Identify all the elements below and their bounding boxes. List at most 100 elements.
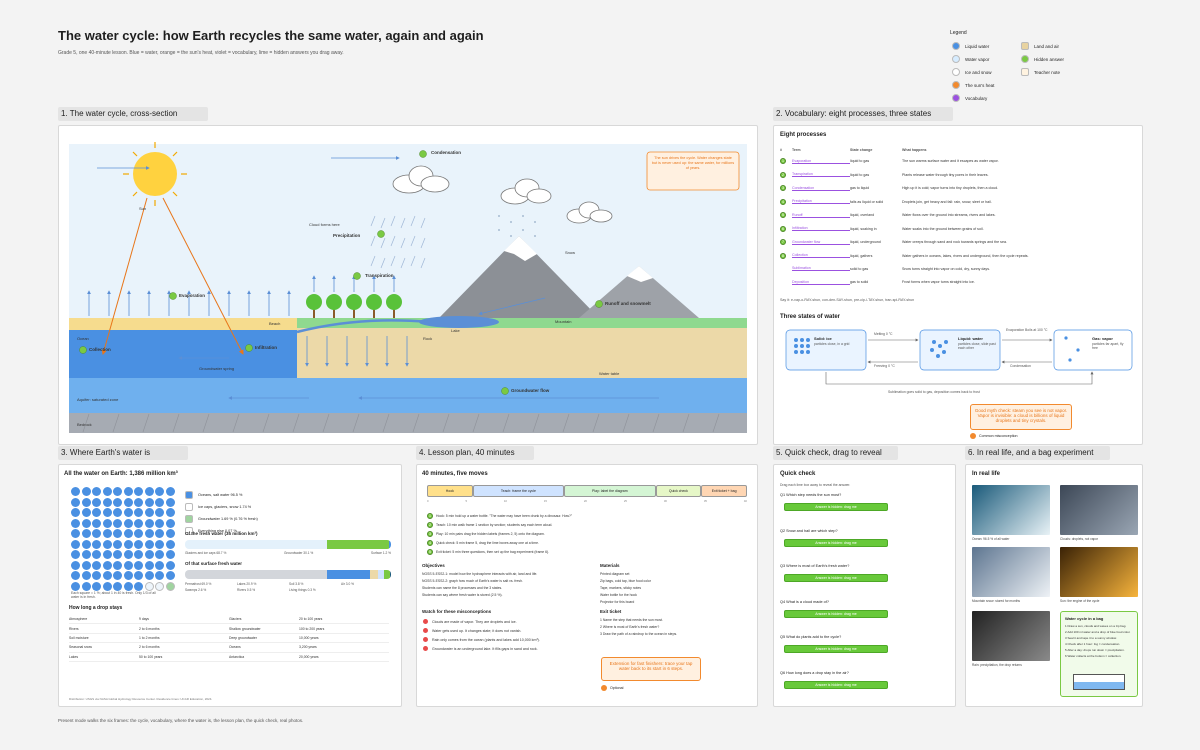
water-grid-cell <box>113 539 122 549</box>
water-grid-cell <box>155 518 164 528</box>
plan-sticky[interactable]: Extension for fast finishers: trace your… <box>601 657 701 681</box>
quiz-hidden-answer-button[interactable]: Answer is hidden: drag me <box>784 645 888 653</box>
water-grid-cell <box>155 497 164 507</box>
vocab-num-badge[interactable]: 1 <box>780 158 786 164</box>
bag-steps: 1 Draw a sun, clouds and waves on a zip … <box>1065 624 1133 658</box>
label-cloud-forms: Cloud forms here <box>309 222 340 227</box>
frame-1-label[interactable]: 1. The water cycle, cross-section <box>58 107 208 121</box>
timeline-segment[interactable]: Quick check <box>655 485 702 497</box>
quiz-question: Q6 How long does a drop stay in the air? <box>780 670 849 675</box>
vocab-num-badge[interactable]: 6 <box>780 225 786 232</box>
legend-swatch-icon <box>952 81 960 89</box>
plan-materials: Printed diagram set Zip bags, cold tap, b… <box>600 572 651 604</box>
water-grid-cell <box>144 497 154 507</box>
vocab-what: High up it is cold; vapor turns into tin… <box>902 186 999 190</box>
water-grid-cell <box>92 539 101 549</box>
vocab-sticky[interactable]: Good myth check: steam you see is not va… <box>970 404 1072 430</box>
quiz-hidden-answer-button[interactable]: Answer is hidden: drag me <box>784 680 888 689</box>
quiz-question: Q3 Where is most of Earth's fresh water? <box>780 564 850 568</box>
plan-sticky-tag-label: Optional <box>610 686 624 690</box>
dist-bullet: Ice caps, glaciers, snow 1.74 % <box>185 503 258 511</box>
stay-cell: Antarctica <box>229 654 245 659</box>
frame-6[interactable]: In real life Water cycle in a bag 1 Draw… <box>965 464 1143 707</box>
dist-bullets: Oceans, salt water 96.5 % Ice caps, glaci… <box>185 491 258 535</box>
stay-cell: 20 to 100 years <box>299 617 323 622</box>
cycle-note[interactable]: The sun drives the cycle. Water changes … <box>651 156 735 171</box>
plan-step: 3 Play: 10 min pairs drag the hidden labe… <box>427 531 572 537</box>
fresh-parts: Glaciers and ice caps 68.7 % Groundwater… <box>185 551 391 555</box>
quiz-hidden-answer-button[interactable]: Answer is hidden: drag me <box>784 574 888 582</box>
water-grid-cell <box>155 539 164 549</box>
water-grid-cell <box>102 550 112 559</box>
stay-table: Atmosphere 9 days Glaciers 20 to 100 years R… <box>69 615 389 662</box>
water-grid-cell <box>71 508 80 517</box>
arrow-melt: Melting 0 °C <box>874 332 893 336</box>
quiz-hidden-answer-button[interactable]: Answer is hidden: drag me <box>784 503 888 511</box>
timeline-segment[interactable]: Teach: frame the cycle <box>472 485 565 497</box>
surface-part: Air 3.0 % <box>341 582 354 586</box>
water-grid-cell <box>113 571 122 580</box>
objective-item: Students can name the 8 processes and th… <box>422 586 503 590</box>
quiz-hidden-answer-button[interactable]: Answer is hidden: drag me <box>784 609 888 618</box>
frame-4-label[interactable]: 4. Lesson plan, 40 minutes <box>416 446 534 460</box>
water-grid-cell <box>134 529 143 538</box>
vocab-row: 6 Infiltration liquid, soaking in Water soa… <box>780 225 1136 232</box>
real-photo <box>972 611 1050 661</box>
water-grid-cell <box>155 560 164 570</box>
water-grid-cell <box>113 508 122 517</box>
frame-3-label[interactable]: 3. Where Earth's water is <box>58 446 188 460</box>
vocab-what: Water gathers in oceans, lakes, rivers a… <box>902 253 1029 258</box>
timeline-segment[interactable]: Exit ticket + bag <box>701 485 747 497</box>
water-grid-cell <box>102 529 112 538</box>
timeline-segment[interactable]: Play: label the diagram <box>564 485 656 497</box>
legend-swatch-icon <box>1021 55 1029 63</box>
misconception-text: Water gets used up. It changes state; it… <box>432 628 522 633</box>
frame-1[interactable]: Condensation Precipitation Transpiration… <box>58 125 758 445</box>
plan-step-badge[interactable]: 4 <box>427 540 433 546</box>
stay-cell: Seasonal snow <box>69 645 92 650</box>
quiz-hidden-answer-button[interactable]: Answer is hidden: drag me <box>784 538 888 547</box>
vocab-heading: Eight processes <box>780 132 827 138</box>
water-grid-cell <box>102 508 112 517</box>
frame-5[interactable]: Quick check Drag each lime box away to r… <box>773 464 956 707</box>
label-condensation: Condensation <box>431 150 461 155</box>
water-grid-cell <box>155 571 164 580</box>
plan-step-badge[interactable]: 5 <box>427 549 433 555</box>
vocab-num-badge[interactable]: 5 <box>780 212 786 218</box>
vocab-term: Groundwater flow <box>792 240 850 245</box>
vocab-num-badge[interactable]: 8 <box>780 252 786 259</box>
frame-5-label[interactable]: 5. Quick check, drag to reveal <box>773 446 898 460</box>
legend-swatch-icon <box>952 55 960 63</box>
objective-item: Students can say where fresh water is st… <box>422 593 503 597</box>
bag-experiment-card[interactable]: Water cycle in a bag 1 Draw a sun, cloud… <box>1060 611 1138 697</box>
arrow-sub: Sublimation goes solid to gas, depositio… <box>888 390 980 394</box>
plan-step-badge[interactable]: 2 <box>427 522 433 528</box>
frame-4[interactable]: 40 minutes, five moves Hook Teach: frame … <box>416 464 758 707</box>
plan-step-badge[interactable]: 3 <box>427 531 433 537</box>
label-precipitation: Precipitation <box>333 233 361 238</box>
col-change: State change <box>850 148 873 152</box>
frame-2[interactable]: Eight processes # Term State change What… <box>773 125 1143 445</box>
vocab-what: Frost forms when vapor turns straight in… <box>902 280 975 284</box>
vocab-num-badge[interactable]: 2 <box>780 171 786 178</box>
vocab-num-badge[interactable]: 3 <box>780 185 786 191</box>
label-water-table: Water table <box>599 371 620 376</box>
legend-swatch-icon <box>1021 42 1029 50</box>
plan-step-badge[interactable]: 1 <box>427 513 433 519</box>
vocab-num-badge[interactable]: 4 <box>780 198 786 205</box>
surface-part: Rivers 0.5 % <box>237 588 256 592</box>
label-transpiration: Transpiration <box>365 273 394 278</box>
quiz-question: Q1 Which step needs the sun most? <box>780 493 842 497</box>
vocab-num-badge[interactable]: 7 <box>780 239 786 245</box>
misconceptions-heading: Watch for these misconceptions <box>422 609 492 614</box>
stay-cell: Glaciers <box>229 617 242 622</box>
frame-6-label[interactable]: 6. In real life, and a bag experiment <box>965 446 1110 460</box>
vocab-term: Transpiration <box>792 172 850 177</box>
material-item: Printed diagram set <box>600 572 630 576</box>
page-title: The water cycle: how Earth recycles the … <box>58 28 484 43</box>
dist-bullet: Oceans, salt water 96.5 % <box>185 491 258 499</box>
frame-3[interactable]: All the water on Earth: 1,386 million km… <box>58 464 402 707</box>
timeline-segment[interactable]: Hook <box>427 485 473 497</box>
arrow-cond: Condensation <box>1010 364 1031 368</box>
frame-2-label[interactable]: 2. Vocabulary: eight processes, three st… <box>773 107 953 121</box>
